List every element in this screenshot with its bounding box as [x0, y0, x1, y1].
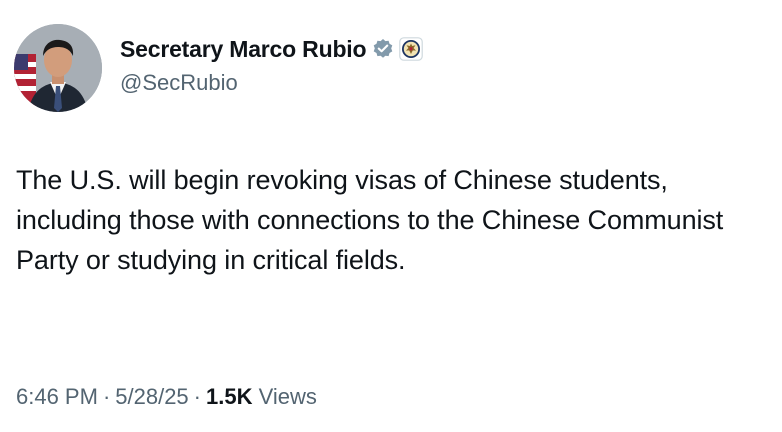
tweet-metadata: 6:46 PM · 5/28/25 · 1.5K Views [16, 384, 317, 410]
author-block: Secretary Marco Rubio @SecRubio [120, 34, 424, 96]
views-count: 1.5K [206, 384, 253, 409]
separator-dot: · [193, 384, 201, 409]
state-department-seal-icon[interactable] [399, 37, 424, 61]
display-name[interactable]: Secretary Marco Rubio [120, 36, 367, 63]
post-date[interactable]: 5/28/25 [115, 384, 188, 409]
handle[interactable]: @SecRubio [120, 70, 423, 96]
post-time[interactable]: 6:46 PM [16, 384, 98, 409]
separator-dot: · [102, 384, 111, 409]
avatar[interactable] [14, 24, 102, 112]
views-label: Views [258, 384, 317, 409]
verified-badge-icon[interactable] [372, 38, 394, 60]
name-row: Secretary Marco Rubio [120, 34, 424, 64]
profile-photo [14, 24, 102, 112]
tweet-text: The U.S. will begin revoking visas of Ch… [16, 165, 724, 275]
tweet-card: Secretary Marco Rubio @SecRubio The U.S.… [0, 0, 782, 432]
